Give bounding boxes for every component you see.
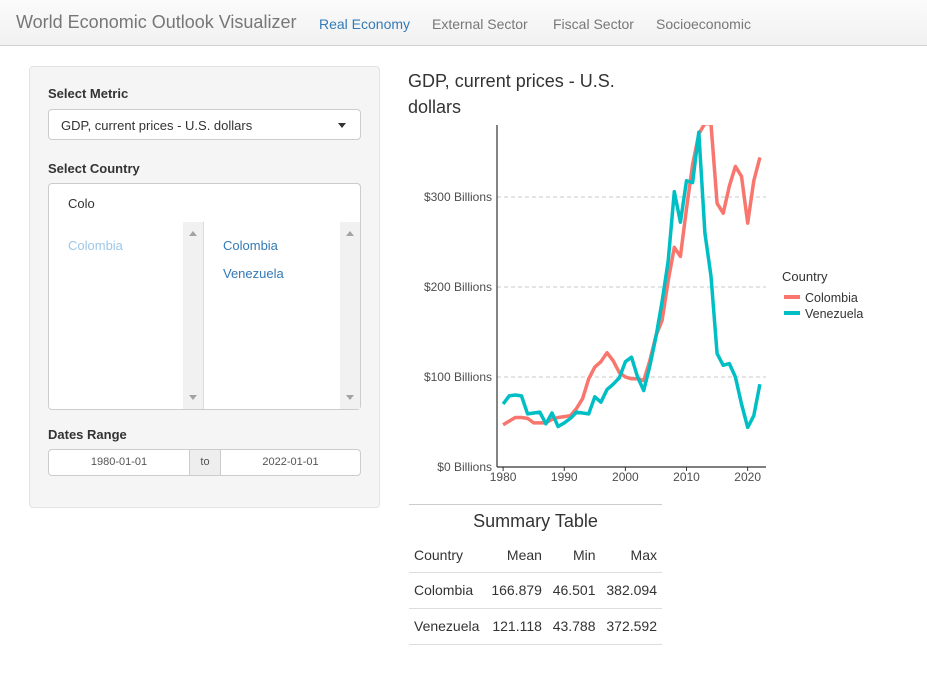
summary-caption: Summary Table (409, 504, 662, 538)
date-range-separator: to (190, 449, 220, 476)
column-header: Mean (485, 538, 547, 573)
tab-socioeconomic[interactable]: Socioeconomic (656, 16, 751, 32)
y-tick-label: $0 Billions (437, 460, 492, 474)
available-list-scrollbar[interactable] (183, 222, 203, 409)
scroll-down-icon[interactable] (346, 395, 354, 400)
available-option-colombia[interactable]: Colombia (68, 238, 123, 253)
column-header: Country (409, 538, 486, 573)
summary-table: Summary Table Country Mean Min Max Colom… (409, 504, 662, 645)
series-line-colombia (502, 125, 762, 427)
selected-countries-list: Colombia Venezuela (204, 222, 361, 409)
legend-title: Country (782, 269, 828, 284)
metric-select-value: GDP, current prices - U.S. dollars (61, 118, 253, 133)
tab-real-economy[interactable]: Real Economy (319, 16, 410, 32)
scroll-down-icon[interactable] (189, 395, 197, 400)
legend-label-venezuela: Venezuela (805, 307, 863, 321)
chart-title: GDP, current prices - U.S. dollars (408, 71, 615, 117)
sidebar-panel: Select Metric GDP, current prices - U.S.… (29, 66, 380, 508)
caret-down-icon (338, 123, 346, 128)
table-header-row: Country Mean Min Max (409, 538, 662, 573)
country-picker: Colombia Colombia Venezuela (48, 222, 361, 410)
metric-label: Select Metric (48, 86, 129, 101)
x-tick-label: 2010 (673, 470, 700, 484)
legend-label-colombia: Colombia (805, 291, 858, 305)
selected-option-venezuela[interactable]: Venezuela (223, 266, 284, 281)
tab-external-sector[interactable]: External Sector (432, 16, 528, 32)
table-cell: 166.879 (485, 571, 547, 608)
app-title[interactable]: World Economic Outlook Visualizer (16, 12, 296, 33)
table-row: Colombia 166.879 46.501 382.094 (409, 571, 662, 608)
table-row: Venezuela 121.118 43.788 372.592 (409, 607, 662, 645)
metric-select[interactable]: GDP, current prices - U.S. dollars (48, 109, 361, 140)
date-end-input[interactable]: 2022-01-01 (220, 449, 361, 476)
available-countries-list: Colombia (49, 222, 204, 409)
scroll-up-icon[interactable] (346, 231, 354, 236)
tab-fiscal-sector[interactable]: Fiscal Sector (553, 16, 634, 32)
date-start-input[interactable]: 1980-01-01 (48, 449, 190, 476)
table-cell: 46.501 (546, 571, 601, 608)
x-tick-label: 1990 (551, 470, 578, 484)
table-cell: Colombia (409, 571, 486, 608)
table-cell: 121.118 (485, 607, 547, 645)
series-line-venezuela (501, 130, 762, 430)
country-search-input[interactable]: Colo (48, 183, 361, 223)
x-tick-label: 1980 (490, 470, 517, 484)
x-tick-label: 2000 (612, 470, 639, 484)
table-cell: 372.592 (600, 607, 662, 645)
y-tick-label: $100 Billions (424, 370, 492, 384)
column-header: Max (600, 538, 662, 573)
table-cell: 43.788 (546, 607, 601, 645)
selected-option-colombia[interactable]: Colombia (223, 238, 278, 253)
country-label: Select Country (48, 161, 140, 176)
scroll-up-icon[interactable] (189, 231, 197, 236)
table-cell: 382.094 (600, 571, 662, 608)
dates-label: Dates Range (48, 427, 127, 442)
navbar: World Economic Outlook Visualizer Real E… (0, 0, 927, 46)
x-tick-label: 2020 (734, 470, 761, 484)
y-tick-label: $300 Billions (424, 190, 492, 204)
column-header: Min (546, 538, 601, 573)
table-cell: Venezuela (409, 607, 486, 645)
selected-list-scrollbar[interactable] (340, 222, 360, 409)
y-tick-label: $200 Billions (424, 280, 492, 294)
